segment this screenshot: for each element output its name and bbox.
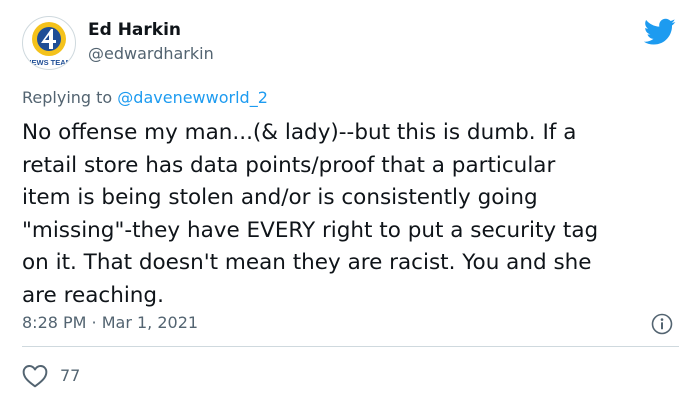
channel-4-logo-icon: NEWS TEAM [26,22,72,67]
heart-icon[interactable] [22,364,48,392]
replying-to-label: Replying to [22,88,118,107]
avatar-text: NEWS TEAM [26,58,72,67]
tweet-text: No offense my man...(& lady)--but this i… [22,120,599,308]
like-count: 77 [60,366,81,385]
author-display-name[interactable]: Ed Harkin [88,20,181,40]
info-icon[interactable] [651,313,673,339]
divider [22,346,679,347]
tweet-timestamp[interactable]: 8:28 PM · Mar 1, 2021 [22,313,198,332]
twitter-bird-icon[interactable] [643,18,676,50]
replying-to-line: Replying to @davenewworld_2 [22,88,268,107]
author-handle[interactable]: @edwardharkin [88,44,214,63]
tweet-card: NEWS TEAM Ed Harkin @edwardharkin Replyi… [0,0,700,402]
avatar[interactable]: NEWS TEAM [22,16,76,70]
reply-mention-link[interactable]: @davenewworld_2 [117,88,268,107]
